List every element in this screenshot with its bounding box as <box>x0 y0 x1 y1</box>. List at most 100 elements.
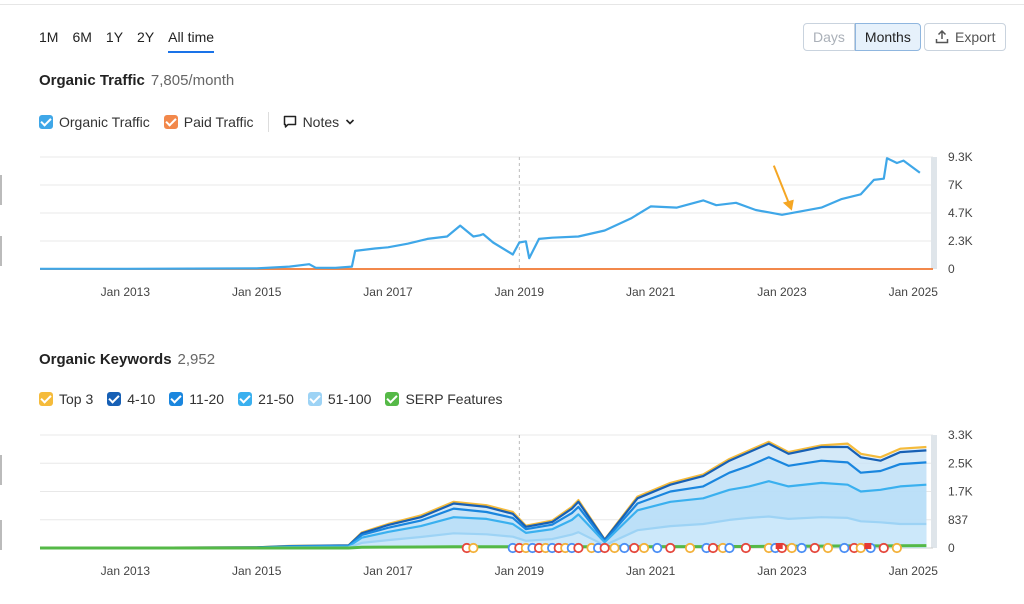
checkbox-icon[interactable] <box>39 392 53 406</box>
legend-paid-traffic[interactable]: Paid Traffic <box>163 114 254 130</box>
google-update-marker[interactable] <box>619 542 630 554</box>
google-icon <box>707 542 719 554</box>
legend-11-20-label: 11-20 <box>189 391 225 407</box>
x-tick-label: Jan 2021 <box>626 564 676 578</box>
organic-traffic-title-text: Organic Traffic <box>39 72 145 89</box>
google-update-marker[interactable] <box>786 542 797 554</box>
legend-4-10[interactable]: 4-10 <box>107 391 155 407</box>
x-tick-label: Jan 2013 <box>101 564 151 578</box>
google-icon <box>796 542 807 554</box>
traffic-legend: Organic Traffic Paid Traffic Notes <box>39 112 355 132</box>
legend-11-20[interactable]: 11-20 <box>169 391 224 407</box>
google-update-marker[interactable] <box>468 542 479 554</box>
checkbox-icon[interactable] <box>385 392 400 406</box>
x-tick-label: Jan 2025 <box>889 285 939 299</box>
google-update-marker[interactable] <box>891 542 902 554</box>
checkbox-icon[interactable] <box>39 115 53 129</box>
google-icon <box>468 542 479 554</box>
legend-51-100[interactable]: 51-100 <box>307 391 372 407</box>
google-update-marker[interactable] <box>796 542 807 554</box>
google-update-marker[interactable] <box>809 542 820 554</box>
legend-top-3[interactable]: Top 3 <box>39 391 93 407</box>
organic-keywords-value: 2,952 <box>177 351 216 368</box>
google-icon <box>609 542 620 554</box>
google-update-marker[interactable] <box>740 542 751 554</box>
legend-serp-features-label: SERP Features <box>405 391 503 407</box>
scrollbar[interactable] <box>931 157 937 269</box>
legend-21-50[interactable]: 21-50 <box>238 391 294 407</box>
google-update-marker[interactable] <box>878 542 889 554</box>
months-button[interactable]: Months <box>854 23 921 51</box>
range-2y[interactable]: 2Y <box>137 29 154 53</box>
google-icon <box>855 542 866 554</box>
google-icon <box>878 542 889 554</box>
days-button[interactable]: Days <box>803 23 855 51</box>
google-icon <box>724 542 735 554</box>
google-icon <box>786 542 797 554</box>
checkbox-icon[interactable] <box>163 115 178 129</box>
range-all-time[interactable]: All time <box>168 29 215 53</box>
google-update-marker[interactable] <box>638 542 650 554</box>
google-update-marker[interactable] <box>855 542 866 554</box>
annotation-arrow <box>772 165 791 206</box>
legend-divider <box>267 112 269 132</box>
checkbox-icon[interactable] <box>238 392 253 406</box>
google-icon <box>665 542 676 554</box>
x-tick-label: Jan 2015 <box>232 285 282 299</box>
google-update-marker[interactable] <box>573 542 584 554</box>
checkbox-icon[interactable] <box>307 392 322 406</box>
google-icon <box>629 542 640 554</box>
export-button[interactable]: Export <box>924 23 1007 51</box>
checkbox-icon[interactable] <box>169 392 184 406</box>
flag-icon[interactable] <box>864 543 872 549</box>
top-divider <box>0 4 1024 5</box>
organic-traffic-value: 7,805/month <box>150 72 235 89</box>
x-tick-label: Jan 2019 <box>495 564 545 578</box>
legend-51-100-label: 51-100 <box>327 391 372 407</box>
x-tick-label: Jan 2015 <box>232 564 282 578</box>
range-1m[interactable]: 1M <box>39 29 58 53</box>
google-icon <box>822 542 834 554</box>
x-tick-label: Jan 2025 <box>889 564 939 578</box>
organic-keywords-chart: 3.3K 2.5K 1.7K 837 0 Jan 2013 Jan 2015 Jan 2017… <box>39 428 973 578</box>
x-tick-label: Jan 2021 <box>626 285 676 299</box>
google-icon <box>839 542 850 554</box>
y-tick-label: 3.3K <box>948 428 973 442</box>
checkbox-icon[interactable] <box>107 392 122 406</box>
scrollbar[interactable] <box>931 435 937 548</box>
google-icon <box>599 542 610 554</box>
granularity-toggle: Days Months <box>803 23 921 51</box>
range-1y[interactable]: 1Y <box>106 29 123 53</box>
chevron-down-icon <box>346 119 355 125</box>
notes-dropdown[interactable]: Notes <box>283 114 356 130</box>
google-update-marker[interactable] <box>724 542 735 554</box>
google-update-marker[interactable] <box>684 542 696 554</box>
notes-label: Notes <box>302 114 340 130</box>
upload-icon <box>935 30 949 44</box>
google-icon <box>638 542 650 554</box>
google-update-marker[interactable] <box>822 542 834 554</box>
flag-icon[interactable] <box>775 543 783 549</box>
google-icon <box>740 542 751 554</box>
google-update-marker[interactable] <box>629 542 640 554</box>
google-update-marker[interactable] <box>665 542 676 554</box>
google-icon <box>573 542 584 554</box>
y-tick-label: 0 <box>948 541 955 555</box>
legend-organic-traffic[interactable]: Organic Traffic <box>39 114 150 130</box>
range-6m[interactable]: 6M <box>72 29 91 53</box>
x-tick-label: Jan 2017 <box>363 285 413 299</box>
google-update-marker[interactable] <box>839 542 850 554</box>
legend-serp-features[interactable]: SERP Features <box>385 391 502 407</box>
google-update-marker[interactable] <box>599 542 610 554</box>
google-icon <box>891 542 902 554</box>
google-update-marker[interactable] <box>652 542 663 554</box>
organic-keywords-title: Organic Keywords 2,952 <box>39 351 215 368</box>
google-update-marker[interactable] <box>609 542 620 554</box>
google-update-marker[interactable] <box>707 542 719 554</box>
keywords-legend: Top 3 4-10 11-20 21-50 51-100 SERP Featu… <box>39 391 516 407</box>
x-tick-label: Jan 2013 <box>101 285 151 299</box>
date-range-tabs: 1M 6M 1Y 2Y All time <box>39 29 228 53</box>
y-tick-label: 9.3K <box>948 150 973 164</box>
y-tick-label: 2.5K <box>948 456 973 470</box>
organic-traffic-title: Organic Traffic 7,805/month <box>39 72 234 89</box>
